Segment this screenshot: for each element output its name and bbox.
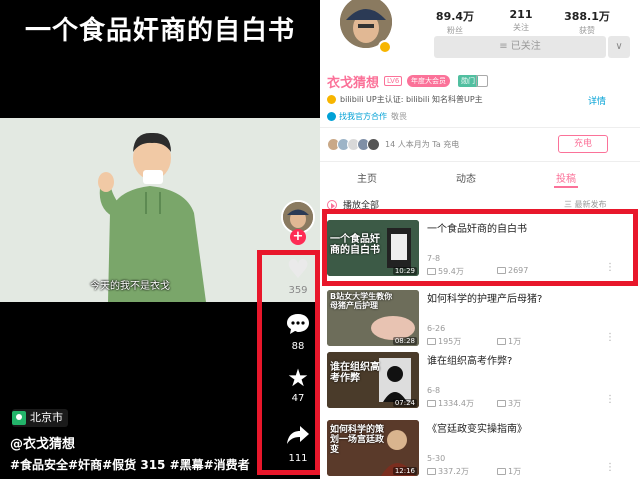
play-count-icon xyxy=(427,338,436,345)
video-comments-value: 1万 xyxy=(508,467,522,476)
thumbnail-caption: B站女大学生教你母猪产后护理 xyxy=(330,292,393,310)
stat-fans[interactable]: 89.4万 粉丝 xyxy=(426,8,484,36)
more-dots-icon[interactable]: ⋮ xyxy=(605,462,615,473)
level-badge: LV6 xyxy=(384,76,403,86)
profile-panel: 89.4万 粉丝 211 关注 388.1万 获赞 ≡ 已关注 ∨ 衣戈猜想 L… xyxy=(320,0,640,479)
video-plays: 1334.4万 xyxy=(427,398,474,409)
thumbnail-caption: 如何科学的策划一场宫廷政变 xyxy=(330,425,385,455)
stat-value: 211 xyxy=(509,8,533,21)
stat-label: 关注 xyxy=(513,23,529,32)
avatar-image xyxy=(283,202,313,232)
play-count-icon xyxy=(427,468,436,475)
qr-code-icon[interactable] xyxy=(476,75,488,87)
video-date: 6-8 xyxy=(427,386,441,395)
video-plays: 195万 xyxy=(427,336,461,347)
certification-icon xyxy=(327,95,336,104)
thumbnail-caption: 谁在组织高考作弊 xyxy=(330,362,380,384)
video-thumbnail: 谁在组织高考作弊 07:24 xyxy=(327,352,419,408)
video-subtitle: 今天的我不是衣戈 xyxy=(90,281,170,292)
video-duration: 12:16 xyxy=(392,467,417,475)
charge-button[interactable]: 充电 xyxy=(558,135,608,153)
screenshot-root: 一个食品奸商的自白书 今天的我不是衣戈 + ♥ 359 88 ★ 47 111 … xyxy=(0,0,640,479)
verified-badge-icon xyxy=(378,40,392,54)
vip-badge: 年度大会员 xyxy=(407,75,450,87)
active-tab-indicator xyxy=(554,186,578,188)
video-comments-value: 3万 xyxy=(508,399,522,408)
details-link[interactable]: 详情 xyxy=(588,94,606,107)
list-item[interactable]: B站女大学生教你母猪产后护理 08:28 如何科学的护理产后母猪? 6-26 1… xyxy=(327,290,633,348)
video-duration: 07:24 xyxy=(392,399,417,407)
video-plays: 337.2万 xyxy=(427,466,469,477)
profile-tabs: 主页 动态 投稿 xyxy=(320,170,640,190)
certification: bilibili UP主认证: bilibili 知名科普UP主 xyxy=(327,94,483,105)
location-tag[interactable]: 北京市 xyxy=(12,409,68,427)
more-dots-icon[interactable]: ⋮ xyxy=(605,394,615,405)
medal-badge: 勋门 xyxy=(458,75,478,87)
video-comments-value: 1万 xyxy=(508,337,522,346)
followed-button[interactable]: ≡ 已关注 xyxy=(434,36,606,58)
author-handle[interactable]: @衣戈猜想 xyxy=(10,433,75,452)
profile-name: 衣戈猜想 xyxy=(327,76,380,91)
video-comments: 3万 xyxy=(497,398,521,409)
video-thumbnail: B站女大学生教你母猪产后护理 08:28 xyxy=(327,290,419,346)
comment-count-icon xyxy=(497,338,506,345)
video-title: 谁在组织高考作弊? xyxy=(427,356,513,367)
location-pin-icon xyxy=(12,411,26,425)
follow-plus-button[interactable]: + xyxy=(290,229,306,245)
video-thumbnail: 如何科学的策划一场宫廷政变 12:16 xyxy=(327,420,419,476)
hashtags[interactable]: #食品安全#奸商#假货 315 #黑幕#消费者 xyxy=(10,456,250,473)
stat-value: 89.4万 xyxy=(435,10,475,23)
stat-likes[interactable]: 388.1万 获赞 xyxy=(558,8,616,36)
video-title: 如何科学的护理产后母猪? xyxy=(427,294,543,305)
location-label: 北京市 xyxy=(30,411,63,424)
video-plays-value: 337.2万 xyxy=(438,467,469,476)
list-item[interactable]: 如何科学的策划一场宫廷政变 12:16 《宫廷政变实操指南》 5-30 337.… xyxy=(327,420,633,478)
video-comments: 1万 xyxy=(497,336,521,347)
video-highlight-box xyxy=(322,209,638,286)
official-sub: 敬畏 xyxy=(391,112,407,121)
charge-text: 14 人本月为 Ta 充电 xyxy=(385,140,460,149)
video-title: 《宫廷政变实操指南》 xyxy=(427,424,527,435)
charger-avatar xyxy=(367,138,380,151)
certification-text: bilibili UP主认证: bilibili 知名科普UP主 xyxy=(340,95,483,104)
more-dots-icon[interactable]: ⋮ xyxy=(605,332,615,343)
comment-count-icon xyxy=(497,400,506,407)
official-cooperation[interactable]: 找我官方合作 敬畏 xyxy=(327,111,407,122)
charge-row[interactable]: 14 人本月为 Ta 充电 xyxy=(327,138,459,151)
play-all-icon xyxy=(327,199,337,210)
stat-value: 388.1万 xyxy=(564,10,610,23)
tab-home[interactable]: 主页 xyxy=(357,170,377,185)
follow-more-button[interactable]: ∨ xyxy=(608,36,630,58)
stat-following[interactable]: 211 关注 xyxy=(492,8,550,33)
list-item[interactable]: 谁在组织高考作弊 07:24 谁在组织高考作弊? 6-8 1334.4万 3万 … xyxy=(327,352,633,410)
video-duration: 08:28 xyxy=(392,337,417,345)
divider xyxy=(320,127,640,128)
actions-highlight-box xyxy=(257,250,320,475)
stat-label: 粉丝 xyxy=(447,26,463,35)
video-date: 5-30 xyxy=(427,454,446,463)
video-comments: 1万 xyxy=(497,466,521,477)
video-plays-value: 195万 xyxy=(438,337,462,346)
tab-submissions[interactable]: 投稿 xyxy=(556,170,576,185)
video-date: 6-26 xyxy=(427,324,446,333)
video-player[interactable]: 一个食品奸商的自白书 今天的我不是衣戈 + ♥ 359 88 ★ 47 111 … xyxy=(0,0,320,479)
video-title: 一个食品奸商的自白书 xyxy=(24,16,295,46)
cooperation-icon xyxy=(327,112,336,121)
stat-label: 获赞 xyxy=(579,26,595,35)
official-link[interactable]: 找我官方合作 xyxy=(339,111,387,122)
comment-count-icon xyxy=(497,468,506,475)
play-count-icon xyxy=(427,400,436,407)
divider xyxy=(320,161,640,162)
video-plays-value: 1334.4万 xyxy=(438,399,474,408)
tab-dynamics[interactable]: 动态 xyxy=(456,170,476,185)
